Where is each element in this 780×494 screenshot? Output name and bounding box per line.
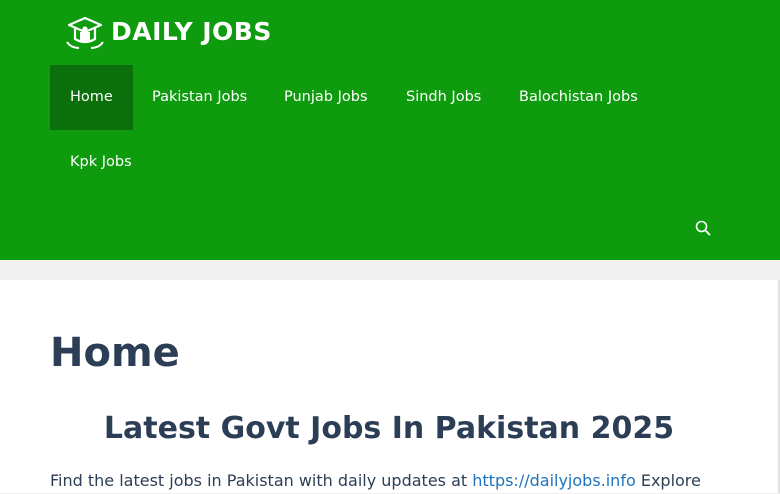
site-header: DAILY JOBS Home Pakistan Jobs Punjab Job… — [0, 0, 780, 260]
nav-item-balochistan-jobs[interactable]: Balochistan Jobs — [499, 65, 658, 130]
nav-item-punjab-jobs[interactable]: Punjab Jobs — [264, 65, 388, 130]
search-icon — [695, 220, 711, 236]
page-title: Home — [50, 330, 180, 376]
site-link[interactable]: https://dailyjobs.info — [472, 471, 636, 490]
intro-paragraph: Find the latest jobs in Pakistan with da… — [50, 468, 730, 494]
site-logo-text: DAILY JOBS — [111, 17, 272, 46]
page-headline: Latest Govt Jobs In Pakistan 2025 — [103, 411, 675, 446]
intro-text-start: Find the latest jobs in Pakistan with da… — [50, 471, 473, 490]
intro-text-end: Explore — [635, 471, 701, 490]
nav-item-pakistan-jobs[interactable]: Pakistan Jobs — [132, 65, 267, 130]
nav-item-home[interactable]: Home — [50, 65, 133, 130]
search-button[interactable] — [690, 211, 716, 245]
graduation-cap-logo-icon — [66, 16, 104, 49]
nav-item-sindh-jobs[interactable]: Sindh Jobs — [386, 65, 501, 130]
site-logo[interactable]: DAILY JOBS — [65, 15, 272, 49]
nav-item-kpk-jobs[interactable]: Kpk Jobs — [50, 130, 152, 195]
main-content: Home Latest Govt Jobs In Pakistan 2025 F… — [0, 280, 780, 493]
